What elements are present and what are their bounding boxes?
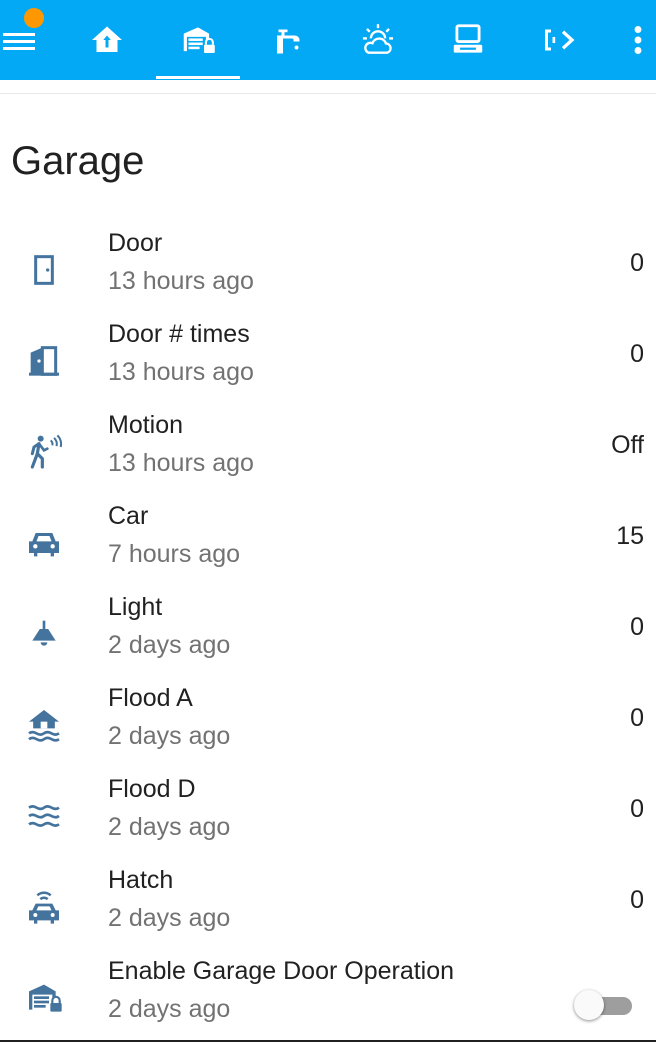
entity-name: Enable Garage Door Operation — [108, 957, 455, 985]
entity-last-changed: 2 days ago — [108, 904, 231, 932]
enable-toggle-switch[interactable] — [574, 988, 636, 1022]
garage-lock-icon — [183, 27, 215, 53]
entity-name: Door — [108, 229, 163, 257]
entity-row-hatch[interactable]: Hatch 2 days ago 0 — [0, 863, 656, 954]
tab-overflow[interactable] — [538, 0, 588, 80]
entity-name: Flood D — [108, 775, 196, 803]
waves-icon — [24, 796, 64, 836]
motion-sensor-icon — [24, 432, 64, 472]
entity-last-changed: 2 days ago — [108, 813, 231, 841]
home-flood-icon — [24, 705, 64, 745]
entity-row-car[interactable]: Car 7 hours ago 15 — [0, 499, 656, 590]
header-divider — [0, 93, 656, 94]
notification-badge — [24, 8, 44, 28]
entity-state: 0 — [630, 249, 644, 277]
car-icon — [24, 523, 64, 563]
tab-garage[interactable] — [174, 0, 222, 80]
dots-vertical-icon — [634, 26, 642, 54]
entity-last-changed: 2 days ago — [108, 631, 231, 659]
entity-name: Flood A — [108, 684, 193, 712]
entity-last-changed: 2 days ago — [108, 995, 231, 1023]
entity-row-flood-d[interactable]: Flood D 2 days ago 0 — [0, 772, 656, 863]
door-open-icon — [24, 341, 64, 381]
entity-state: 15 — [616, 522, 644, 550]
entity-name: Car — [108, 502, 149, 530]
entity-row-door-times[interactable]: Door # times 13 hours ago 0 — [0, 317, 656, 408]
entity-name: Light — [108, 593, 163, 621]
entity-row-enable-garage-door-operation[interactable]: Enable Garage Door Operation 2 days ago — [0, 954, 656, 1045]
entity-name: Motion — [108, 411, 184, 439]
entity-last-changed: 13 hours ago — [108, 449, 254, 477]
entity-state: 0 — [630, 886, 644, 914]
tab-weather[interactable] — [356, 0, 400, 80]
more-options-button[interactable] — [620, 0, 656, 80]
app-toolbar — [0, 0, 656, 80]
entity-last-changed: 2 days ago — [108, 722, 231, 750]
entity-last-changed: 7 hours ago — [108, 540, 241, 568]
home-icon — [92, 26, 122, 52]
door-icon — [24, 250, 64, 290]
tab-faucet[interactable] — [266, 0, 312, 80]
menu-icon — [3, 33, 35, 50]
active-tab-indicator — [156, 76, 240, 79]
entity-row-motion[interactable]: Motion 13 hours ago Off — [0, 408, 656, 499]
entity-last-changed: 13 hours ago — [108, 267, 254, 295]
entity-state: 0 — [630, 340, 644, 368]
entity-state: Off — [611, 431, 644, 459]
tab-computer[interactable] — [446, 0, 490, 80]
car-connected-icon — [24, 887, 64, 927]
weather-partly-cloudy-icon — [362, 24, 394, 54]
tab-overflow-icon — [545, 29, 575, 51]
entity-state: 0 — [630, 704, 644, 732]
ceiling-light-icon — [24, 614, 64, 654]
card-title: Garage — [11, 139, 145, 183]
entity-row-door[interactable]: Door 13 hours ago 0 — [0, 226, 656, 317]
toggle-thumb — [574, 990, 604, 1020]
entity-last-changed: 13 hours ago — [108, 358, 254, 386]
faucet-icon — [277, 29, 300, 54]
garage-lock-icon — [24, 978, 64, 1018]
entity-name: Hatch — [108, 866, 174, 894]
entity-row-light[interactable]: Light 2 days ago 0 — [0, 590, 656, 681]
entity-state: 0 — [630, 795, 644, 823]
entity-name: Door # times — [108, 320, 250, 348]
entity-state: 0 — [630, 613, 644, 641]
tab-home[interactable] — [84, 0, 130, 80]
entity-row-flood-a[interactable]: Flood A 2 days ago 0 — [0, 681, 656, 772]
laptop-icon — [453, 24, 483, 53]
